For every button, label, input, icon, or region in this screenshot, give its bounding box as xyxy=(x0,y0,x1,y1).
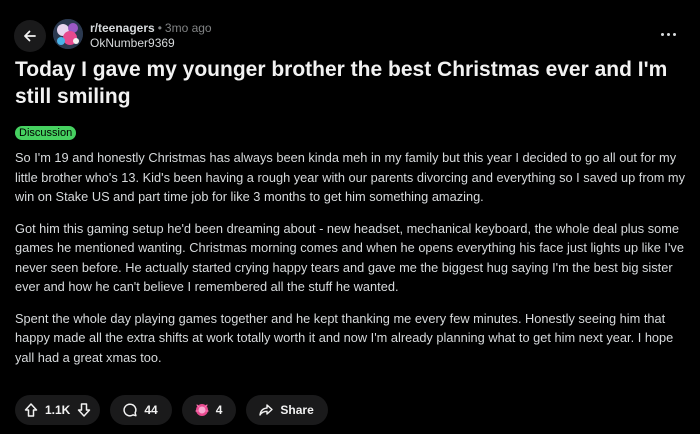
subreddit-link[interactable]: r/teenagers xyxy=(90,21,155,35)
body-paragraph: So I'm 19 and honestly Christmas has alw… xyxy=(15,150,685,204)
post-header: r/teenagers • 3mo ago OkNumber9369 xyxy=(0,0,700,62)
arrow-left-icon xyxy=(24,30,36,42)
more-horizontal-icon xyxy=(660,32,664,36)
post-meta: r/teenagers • 3mo ago OkNumber9369 xyxy=(90,21,212,51)
author-link[interactable]: OkNumber9369 xyxy=(90,36,212,51)
meta-separator: • xyxy=(157,21,162,35)
comments-button[interactable]: 44 xyxy=(110,395,172,425)
more-options-button[interactable] xyxy=(656,24,680,44)
post-age: 3mo ago xyxy=(164,21,212,35)
comment-count: 44 xyxy=(144,403,158,417)
share-label: Share xyxy=(280,403,314,417)
comment-bubble-icon xyxy=(123,403,138,417)
award-button[interactable]: 4 xyxy=(181,395,237,425)
post-body: So I'm 19 and honestly Christmas has alw… xyxy=(15,148,687,379)
award-icon xyxy=(195,404,209,416)
post-actions: 1.1K 44 4 Share xyxy=(15,395,328,425)
share-button[interactable]: Share xyxy=(246,395,328,425)
vote-count: 1.1K xyxy=(45,403,71,417)
subreddit-avatar-image xyxy=(53,19,83,49)
arrow-down-icon[interactable] xyxy=(76,402,92,418)
post-title: Today I gave my younger brother the best… xyxy=(15,58,668,108)
post-flair[interactable]: Discussion xyxy=(15,126,77,140)
arrow-up-icon[interactable] xyxy=(23,402,39,418)
body-paragraph: Spent the whole day playing games togeth… xyxy=(15,310,674,365)
award-count: 4 xyxy=(215,403,223,417)
subreddit-avatar[interactable] xyxy=(53,19,83,49)
back-button[interactable] xyxy=(14,20,46,52)
vote-control: 1.1K xyxy=(15,395,101,425)
share-arrow-icon xyxy=(259,404,274,416)
body-paragraph: Got him this gaming setup he'd been drea… xyxy=(15,220,684,295)
